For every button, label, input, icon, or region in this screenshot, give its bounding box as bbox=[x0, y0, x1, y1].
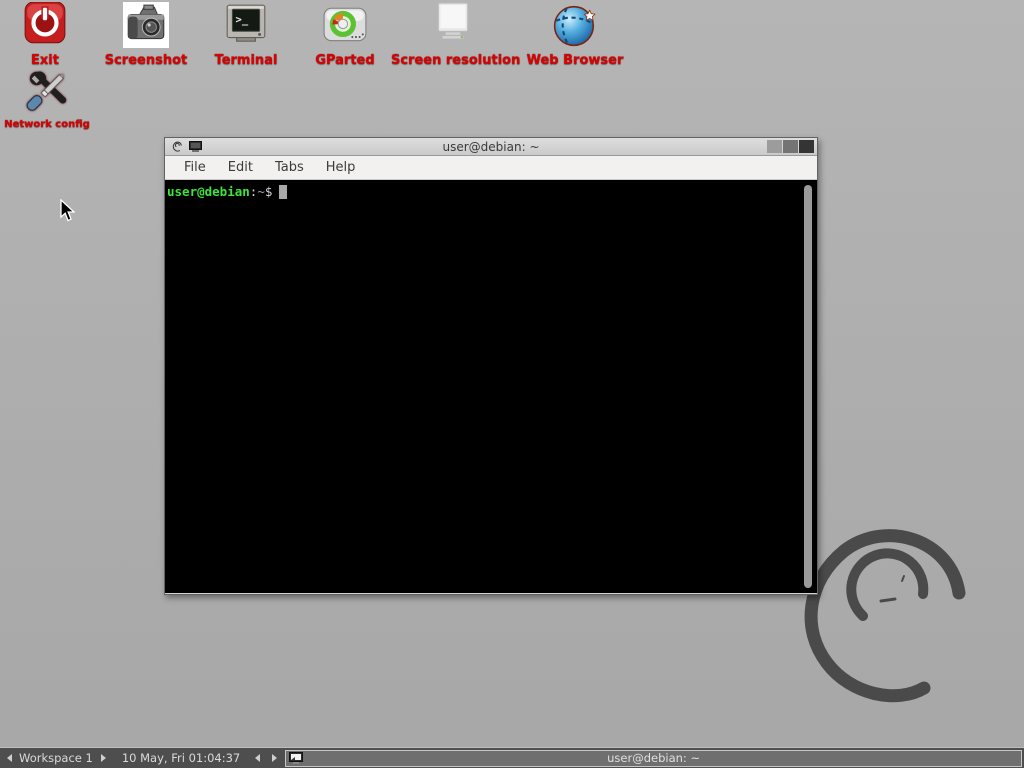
tasklist-prev-icon[interactable] bbox=[255, 754, 260, 762]
prompt-dollar: $ bbox=[265, 184, 273, 199]
globe-icon bbox=[552, 2, 598, 48]
close-button[interactable] bbox=[799, 140, 814, 153]
terminal-menubar: File Edit Tabs Help bbox=[165, 156, 817, 180]
desktop-icon-screen-resolution[interactable]: Screen resolution bbox=[391, 2, 515, 68]
minimize-button[interactable] bbox=[767, 140, 782, 153]
shell-prompt: user@debian:~$ bbox=[167, 184, 815, 199]
window-titlebar[interactable]: user@debian: ~ bbox=[165, 138, 817, 156]
menu-file[interactable]: File bbox=[173, 158, 217, 177]
icon-label: Web Browser bbox=[518, 53, 632, 68]
workspace-next-icon[interactable] bbox=[101, 754, 106, 762]
clock: 10 May, Fri 01:04:37 bbox=[122, 751, 240, 765]
power-icon bbox=[22, 2, 68, 48]
task-button-title: user@debian: ~ bbox=[286, 751, 1021, 765]
disk-partition-icon bbox=[322, 2, 368, 48]
window-title: user@debian: ~ bbox=[165, 140, 817, 154]
desktop-icon-network-config[interactable]: Network config bbox=[0, 68, 94, 130]
terminal-window-icon bbox=[189, 141, 202, 152]
workspace-label[interactable]: Workspace 1 bbox=[19, 751, 93, 765]
tasklist-next-icon[interactable] bbox=[272, 754, 277, 762]
monitor-icon bbox=[430, 2, 476, 48]
icon-label: Network config bbox=[0, 119, 94, 130]
svg-text:>_: >_ bbox=[236, 14, 249, 26]
taskbar: Workspace 1 10 May, Fri 01:04:37 user@de… bbox=[0, 747, 1024, 768]
task-window-icon bbox=[289, 752, 303, 764]
desktop-icon-terminal[interactable]: >_ Terminal bbox=[198, 2, 294, 68]
icon-label: Terminal bbox=[198, 53, 294, 68]
desktop-icon-gparted[interactable]: GParted bbox=[298, 2, 392, 68]
terminal-window: user@debian: ~ File Edit Tabs Help user@… bbox=[164, 137, 818, 595]
icon-label: GParted bbox=[298, 53, 392, 68]
desktop-icon-screenshot[interactable]: Screenshot bbox=[96, 2, 196, 68]
menu-help[interactable]: Help bbox=[315, 158, 367, 177]
menu-edit[interactable]: Edit bbox=[217, 158, 264, 177]
text-cursor bbox=[279, 185, 287, 199]
icon-label: Screen resolution bbox=[391, 53, 515, 68]
prompt-colon: : bbox=[250, 184, 258, 199]
debian-swirl-icon bbox=[171, 140, 183, 153]
maximize-button[interactable] bbox=[783, 140, 798, 153]
terminal-content[interactable]: user@debian:~$ bbox=[165, 180, 817, 593]
icon-label: Exit bbox=[5, 53, 85, 68]
terminal-scrollbar[interactable] bbox=[804, 185, 812, 588]
mouse-cursor bbox=[60, 199, 75, 222]
icon-label: Screenshot bbox=[96, 53, 196, 68]
tools-icon bbox=[24, 68, 70, 114]
desktop-icon-web-browser[interactable]: Web Browser bbox=[518, 2, 632, 68]
camera-icon bbox=[123, 2, 169, 48]
crt-terminal-icon: >_ bbox=[223, 2, 269, 48]
prompt-path: ~ bbox=[257, 184, 265, 199]
menu-tabs[interactable]: Tabs bbox=[264, 158, 315, 177]
workspace-prev-icon[interactable] bbox=[7, 754, 12, 762]
prompt-user: user@debian bbox=[167, 184, 250, 199]
desktop-icon-exit[interactable]: Exit bbox=[5, 2, 85, 68]
task-button-terminal[interactable]: user@debian: ~ bbox=[285, 750, 1022, 767]
